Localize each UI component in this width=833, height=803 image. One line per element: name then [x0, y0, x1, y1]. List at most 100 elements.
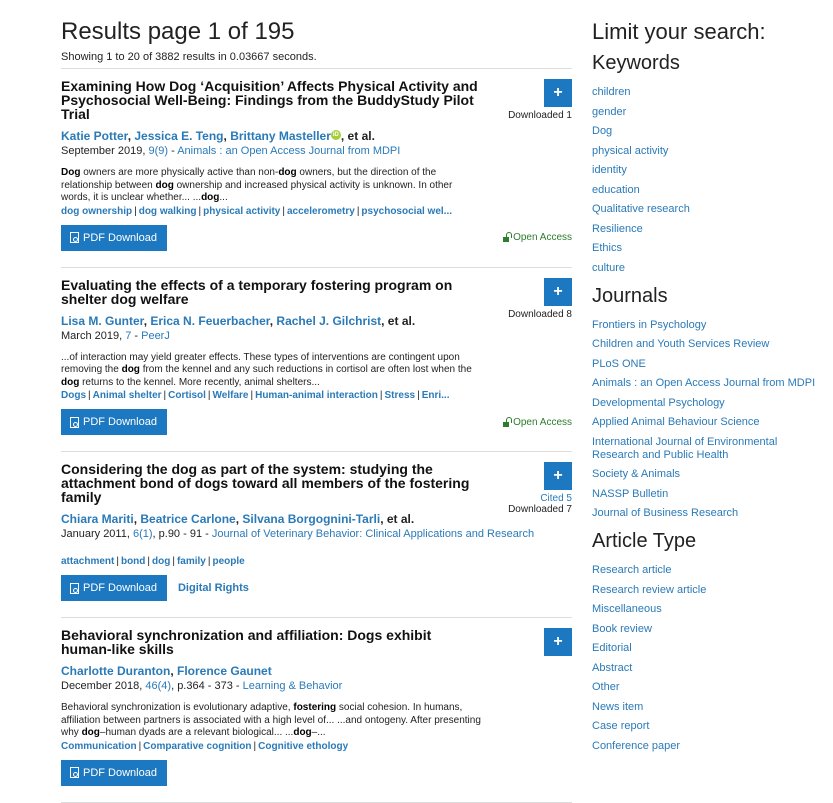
keyword-link[interactable]: Enri...: [422, 390, 450, 401]
journal-link[interactable]: Animals : an Open Access Journal from MD…: [177, 145, 400, 157]
keyword-facet-link[interactable]: Dog: [592, 125, 612, 137]
author-link[interactable]: Charlotte Duranton: [61, 664, 170, 678]
journal-link[interactable]: Journal of Veterinary Behavior: Clinical…: [212, 528, 534, 540]
keyword-facet-link[interactable]: Resilience: [592, 223, 643, 235]
author-link[interactable]: Rachel J. Gilchrist: [276, 314, 381, 328]
keyword-separator: |: [207, 556, 211, 567]
pdf-download-button[interactable]: PDF Download: [61, 224, 167, 251]
keyword-link[interactable]: Human-animal interaction: [255, 390, 378, 401]
article-type-facet-link[interactable]: Editorial: [592, 642, 632, 654]
keyword-link[interactable]: accelerometry: [287, 206, 355, 217]
pdf-download-button[interactable]: PDF Download: [61, 409, 167, 435]
keyword-link[interactable]: family: [177, 556, 206, 567]
add-to-list-button[interactable]: +: [544, 462, 572, 490]
journal-separator: -: [168, 145, 178, 157]
keyword-link[interactable]: Cognitive ethology: [258, 741, 348, 752]
author-link[interactable]: Beatrice Carlone: [140, 512, 235, 526]
volume-issue-link[interactable]: 9(9): [148, 145, 168, 157]
pdf-download-button[interactable]: PDF Download: [61, 759, 167, 786]
journal-facet-link[interactable]: International Journal of Environmental R…: [592, 436, 777, 461]
keyword-link[interactable]: Welfare: [213, 390, 249, 401]
author-link[interactable]: Erica N. Feuerbacher: [150, 314, 269, 328]
article-type-facet-link[interactable]: Book review: [592, 623, 652, 635]
author-link[interactable]: Silvana Borgognini-Tarli: [242, 512, 380, 526]
result-stats: Downloaded 1: [492, 110, 572, 121]
journal-facet-link[interactable]: Frontiers in Psychology: [592, 319, 706, 331]
result-item: Examining How Dog ‘Acquisition’ Affects …: [61, 68, 572, 267]
author-link[interactable]: Jessica E. Teng: [134, 129, 223, 143]
keyword-separator: |: [250, 390, 254, 401]
keyword-facet-link[interactable]: Ethics: [592, 242, 622, 254]
keyword-link[interactable]: dog: [152, 556, 170, 567]
add-to-list-button[interactable]: +: [544, 277, 572, 306]
article-type-facet-link[interactable]: Conference paper: [592, 740, 680, 752]
result-title-link[interactable]: Considering the dog as part of the syste…: [61, 462, 481, 504]
pdf-download-label: PDF Download: [83, 416, 157, 428]
journal-facet-link[interactable]: NASSP Bulletin: [592, 488, 668, 500]
article-type-facet-link[interactable]: News item: [592, 701, 643, 713]
keyword-link[interactable]: people: [212, 556, 244, 567]
keyword-facet-link[interactable]: education: [592, 184, 640, 196]
keyword-link[interactable]: Animal shelter: [93, 390, 162, 401]
author-link[interactable]: Lisa M. Gunter: [61, 314, 144, 328]
keyword-link[interactable]: physical activity: [203, 206, 280, 217]
keyword-link[interactable]: Communication: [61, 741, 137, 752]
journal-facet-link[interactable]: Children and Youth Services Review: [592, 338, 769, 350]
keyword-link[interactable]: Stress: [385, 390, 416, 401]
author-link[interactable]: Brittany Masteller: [230, 129, 331, 143]
keyword-facet-item: children: [592, 86, 827, 99]
cited-count-link[interactable]: Cited 5: [492, 493, 572, 504]
keyword-link[interactable]: dog walking: [139, 206, 197, 217]
keyword-facet-link[interactable]: gender: [592, 106, 626, 118]
keyword-link[interactable]: attachment: [61, 556, 114, 567]
keyword-separator: |: [163, 390, 167, 401]
keyword-link[interactable]: bond: [121, 556, 145, 567]
journal-facet-item: Children and Youth Services Review: [592, 338, 827, 351]
article-type-facet-link[interactable]: Research review article: [592, 584, 706, 596]
article-type-facet-item: Research article: [592, 564, 827, 577]
result-title-link[interactable]: Evaluating the effects of a temporary fo…: [61, 278, 481, 306]
orcid-icon[interactable]: iD: [330, 130, 341, 140]
article-type-heading: Article Type: [592, 530, 697, 552]
journal-facet-link[interactable]: Applied Animal Behaviour Science: [592, 416, 760, 428]
keyword-link[interactable]: psychosocial wel...: [361, 206, 452, 217]
keyword-facet-item: gender: [592, 106, 827, 119]
journal-facet-link[interactable]: Animals : an Open Access Journal from MD…: [592, 377, 815, 389]
keyword-facet-link[interactable]: Qualitative research: [592, 203, 690, 215]
journal-link[interactable]: Learning & Behavior: [243, 680, 343, 692]
journal-facet-link[interactable]: PLoS ONE: [592, 358, 646, 370]
result-stats: Cited 5 Downloaded 7: [492, 493, 572, 515]
journal-facet-link[interactable]: Journal of Business Research: [592, 507, 738, 519]
keyword-link[interactable]: Comparative cognition: [143, 741, 251, 752]
volume-issue-link[interactable]: 6(1): [133, 528, 153, 540]
result-item: Behavioral synchronization and affiliati…: [61, 617, 572, 802]
keyword-facet-link[interactable]: culture: [592, 262, 625, 274]
article-type-facet-link[interactable]: Research article: [592, 564, 671, 576]
author-link[interactable]: Chiara Mariti: [61, 512, 134, 526]
keyword-facet-link[interactable]: identity: [592, 164, 627, 176]
article-type-facet-link[interactable]: Abstract: [592, 662, 632, 674]
article-type-facet-link[interactable]: Case report: [592, 720, 649, 732]
article-type-facet-link[interactable]: Other: [592, 681, 620, 693]
add-to-list-button[interactable]: +: [544, 628, 572, 656]
pdf-download-label: PDF Download: [83, 766, 157, 779]
keyword-facet-item: Dog: [592, 125, 827, 138]
keyword-link[interactable]: dog ownership: [61, 206, 132, 217]
result-title-link[interactable]: Examining How Dog ‘Acquisition’ Affects …: [61, 79, 481, 121]
volume-issue-link[interactable]: 46(4): [145, 680, 171, 692]
keyword-link[interactable]: Dogs: [61, 390, 86, 401]
pdf-download-button[interactable]: PDF Download: [61, 575, 167, 601]
journal-link[interactable]: PeerJ: [141, 330, 170, 342]
keyword-facet-link[interactable]: physical activity: [592, 145, 668, 157]
add-to-list-button[interactable]: +: [544, 79, 572, 107]
keyword-facet-item: education: [592, 184, 827, 197]
journal-facet-link[interactable]: Developmental Psychology: [592, 397, 725, 409]
digital-rights-link[interactable]: Digital Rights: [178, 582, 249, 594]
keyword-link[interactable]: Cortisol: [168, 390, 206, 401]
author-link[interactable]: Katie Potter: [61, 129, 128, 143]
article-type-facet-link[interactable]: Miscellaneous: [592, 603, 662, 615]
result-title-link[interactable]: Behavioral synchronization and affiliati…: [61, 628, 481, 656]
keyword-facet-link[interactable]: children: [592, 86, 631, 98]
journal-facet-link[interactable]: Society & Animals: [592, 468, 680, 480]
author-link[interactable]: Florence Gaunet: [177, 664, 272, 678]
